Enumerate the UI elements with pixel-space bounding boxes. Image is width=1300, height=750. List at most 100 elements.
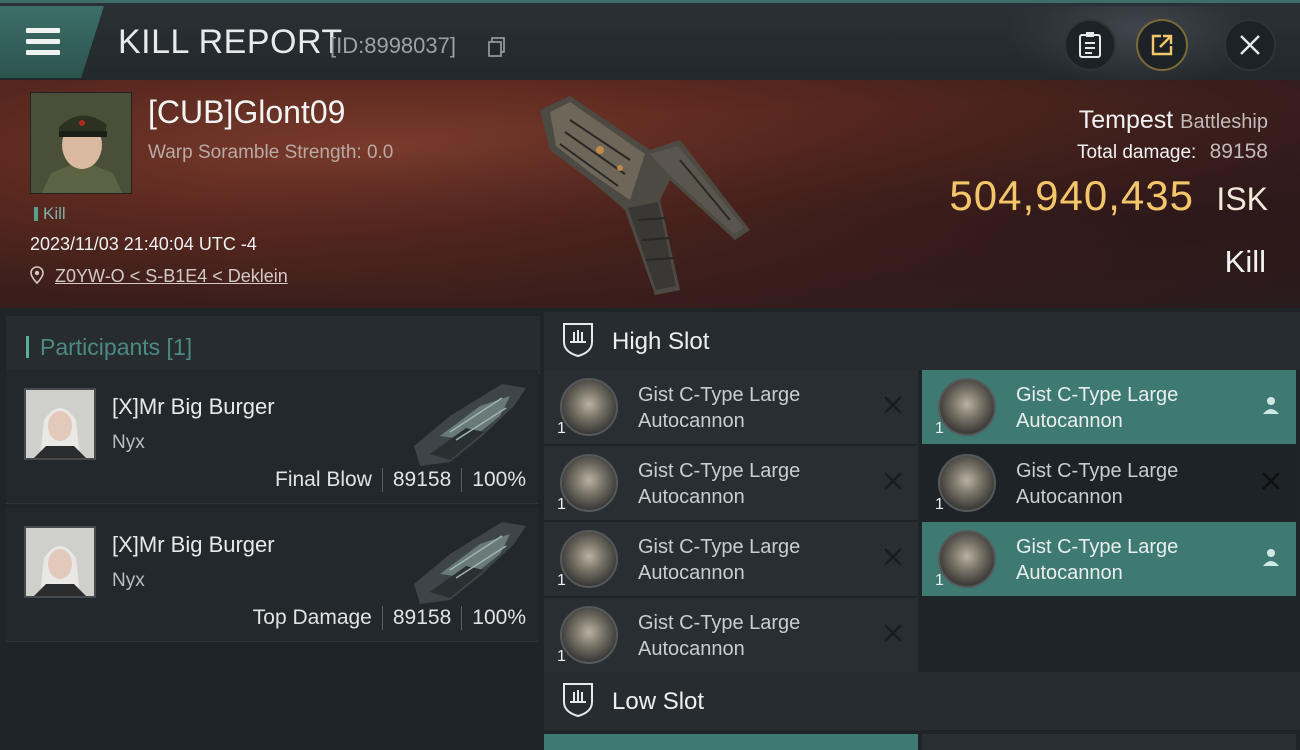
copy-icon[interactable] xyxy=(488,37,506,57)
location-link[interactable]: Z0YW-O < S-B1E4 < Deklein xyxy=(55,266,288,286)
module-name: Gist C-Type Large Autocannon xyxy=(638,536,801,584)
autocannon-icon xyxy=(560,454,618,512)
high-slot-icon xyxy=(563,323,593,358)
participant-stats: Final Blow 89158 100% xyxy=(275,468,526,492)
module-item-partial[interactable] xyxy=(922,734,1296,750)
fitting-panel: High Slot 1 Gist C-Type Large Autocannon … xyxy=(540,308,1300,750)
ship-name-text: Tempest xyxy=(1078,106,1174,134)
isk-value: 504,940,435 ISK xyxy=(949,172,1268,220)
module-quantity: 1 xyxy=(557,420,566,437)
header-accent-bar xyxy=(26,336,29,358)
top-bar: KILL REPORT [ID:8998037] xyxy=(0,0,1300,83)
pilot-avatar-image xyxy=(31,93,131,193)
report-id: [ID:8998037] xyxy=(330,33,456,58)
destroyed-icon xyxy=(884,624,902,642)
total-damage-label: Total damage: xyxy=(1076,142,1197,163)
low-slot-icon xyxy=(563,683,593,718)
module-name: Gist C-Type Large Autocannon xyxy=(638,460,801,508)
module-quantity: 1 xyxy=(557,648,566,665)
total-damage-value: 89158 xyxy=(1209,140,1268,163)
share-button[interactable] xyxy=(1136,19,1188,71)
kill-report-screen: KILL REPORT [ID:8998037] [CUB]Glont09 Wa… xyxy=(0,0,1300,750)
participant-row[interactable]: [X]Mr Big Burger Nyx Top Damage 89158 10… xyxy=(6,508,538,642)
autocannon-icon xyxy=(560,530,618,588)
participant-role: Final Blow xyxy=(275,468,372,491)
module-quantity: 1 xyxy=(557,496,566,513)
result-label: Kill xyxy=(1224,244,1266,279)
module-item[interactable]: 1 Gist C-Type Large Autocannon xyxy=(544,370,918,444)
close-button[interactable] xyxy=(1224,19,1276,71)
participant-ship-image xyxy=(414,522,526,604)
isk-amount: 504,940,435 xyxy=(949,172,1194,219)
participant-ship-image xyxy=(414,384,526,466)
high-slot-label: High Slot xyxy=(612,328,710,355)
low-slot-header: Low Slot xyxy=(544,672,1300,730)
module-name: Gist C-Type Large Autocannon xyxy=(638,384,801,432)
high-slot-header: High Slot xyxy=(544,312,1300,370)
module-item[interactable]: 1 Gist C-Type Large Autocannon xyxy=(922,446,1296,520)
autocannon-icon xyxy=(938,378,996,436)
divider xyxy=(461,606,463,630)
participants-panel: Participants [1] [X]Mr Big Burger Nyx Fi… xyxy=(0,308,540,750)
participant-damage: 89158 xyxy=(392,606,452,629)
module-item[interactable]: 1 Gist C-Type Large Autocannon xyxy=(544,598,918,672)
autocannon-icon xyxy=(560,378,618,436)
dropped-icon xyxy=(1263,397,1279,414)
participant-percent: 100% xyxy=(472,468,526,491)
module-quantity: 1 xyxy=(935,572,944,589)
destroyed-icon xyxy=(884,396,902,414)
clipboard-button[interactable] xyxy=(1064,19,1116,71)
location-pin-icon xyxy=(30,266,44,285)
module-name: Gist C-Type Large Autocannon xyxy=(1016,460,1179,508)
module-quantity: 1 xyxy=(935,420,944,437)
victim-ship-name[interactable]: Tempest Battleship xyxy=(1079,106,1268,135)
participants-title: Participants [1] xyxy=(40,334,193,360)
participant-ship: Nyx xyxy=(112,570,145,591)
dropped-icon xyxy=(1263,549,1279,566)
clipboard-icon xyxy=(1079,32,1101,58)
module-name: Gist C-Type Large Autocannon xyxy=(1016,536,1179,584)
participants-header: Participants [1] xyxy=(6,316,540,374)
module-quantity: 1 xyxy=(557,572,566,589)
participant-ship: Nyx xyxy=(112,432,145,453)
destroyed-icon xyxy=(884,548,902,566)
divider xyxy=(381,606,383,630)
victim-pilot-name[interactable]: [CUB]Glont09 xyxy=(148,94,345,131)
kill-datetime: 2023/11/03 21:40:04 UTC -4 xyxy=(30,234,257,254)
background-ship-silhouette xyxy=(1010,6,1240,83)
participant-row[interactable]: [X]Mr Big Burger Nyx Final Blow 89158 10… xyxy=(6,370,538,504)
isk-unit: ISK xyxy=(1216,181,1268,217)
victim-banner: [CUB]Glont09 Warp Soramble Strength: 0.0… xyxy=(0,80,1300,308)
total-damage: Total damage: 89158 xyxy=(1077,140,1268,164)
page-title: KILL REPORT xyxy=(118,23,343,61)
share-icon xyxy=(1151,34,1173,56)
participant-damage: 89158 xyxy=(392,468,452,491)
participant-name: [X]Mr Big Burger xyxy=(112,532,275,557)
divider xyxy=(461,468,463,492)
victim-ship-image[interactable] xyxy=(530,90,770,300)
module-item[interactable]: 1 Gist C-Type Large Autocannon xyxy=(544,522,918,596)
module-item[interactable]: 1 Gist C-Type Large Autocannon xyxy=(922,522,1296,596)
module-name: Gist C-Type Large Autocannon xyxy=(638,612,801,660)
destroyed-icon xyxy=(1262,472,1280,490)
hamburger-icon xyxy=(26,28,60,56)
participant-role: Top Damage xyxy=(252,606,372,629)
participant-name: [X]Mr Big Burger xyxy=(112,394,275,419)
module-item[interactable]: 1 Gist C-Type Large Autocannon xyxy=(544,446,918,520)
autocannon-icon xyxy=(560,606,618,664)
participant-stats: Top Damage 89158 100% xyxy=(253,606,526,630)
kill-type-tag: Kill xyxy=(34,204,66,224)
kill-location[interactable]: Z0YW-O < S-B1E4 < Deklein xyxy=(30,266,288,287)
participant-avatar xyxy=(24,388,96,460)
victim-portrait[interactable] xyxy=(30,92,132,194)
menu-button[interactable] xyxy=(0,6,104,78)
close-icon xyxy=(1240,35,1260,55)
module-item[interactable]: 1 Gist C-Type Large Autocannon xyxy=(922,370,1296,444)
module-quantity: 1 xyxy=(935,496,944,513)
autocannon-icon xyxy=(938,530,996,588)
ship-class-text: Battleship xyxy=(1180,111,1268,133)
divider xyxy=(381,468,383,492)
warp-scramble-strength: Warp Soramble Strength: 0.0 xyxy=(148,142,394,163)
participant-percent: 100% xyxy=(472,606,526,629)
module-item-partial[interactable] xyxy=(544,734,918,750)
